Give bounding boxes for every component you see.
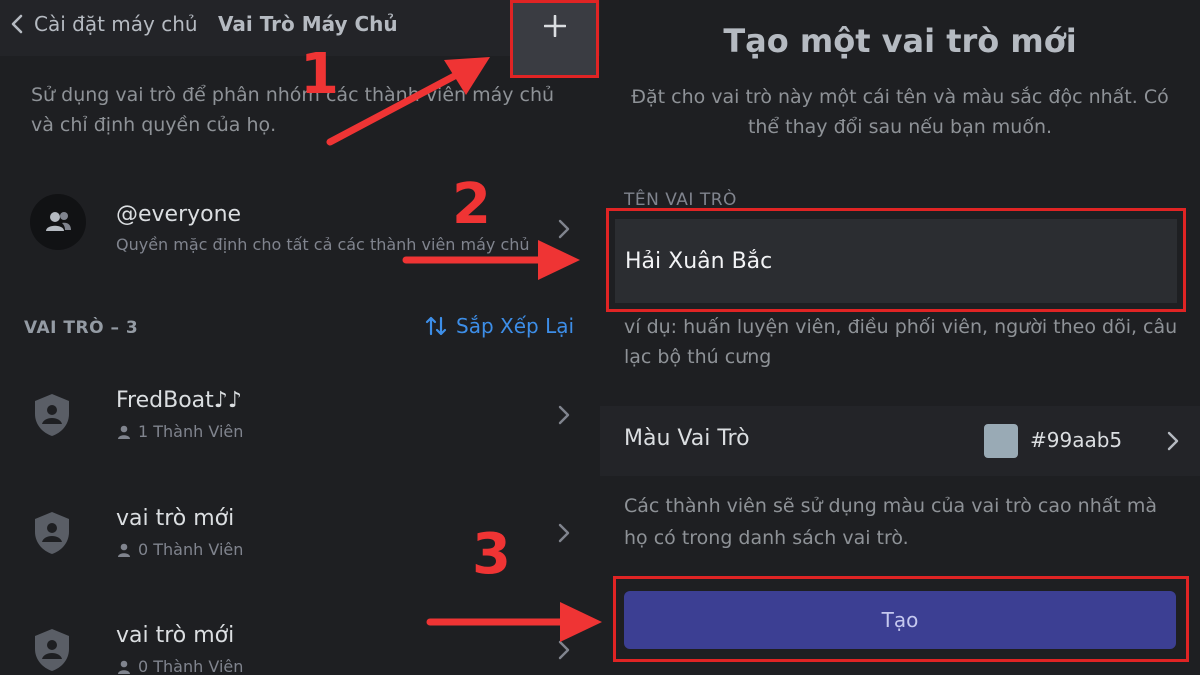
- sort-arrows-icon: [425, 316, 447, 336]
- step-number-3: 3: [472, 522, 511, 587]
- roles-section-label: VAI TRÒ – 3: [24, 318, 139, 338]
- create-button-highlight: Tạo: [613, 576, 1189, 662]
- chevron-right-icon: [558, 640, 570, 660]
- role-name: vai trò mới: [116, 506, 235, 531]
- create-role-panel: Tạo một vai trò mới Đặt cho vai trò này …: [600, 0, 1200, 675]
- role-name-field-highlight: [606, 208, 1186, 312]
- role-color-row[interactable]: Màu Vai Trò #99aab5: [600, 406, 1200, 476]
- page-title: Vai Trò Máy Chủ: [218, 12, 398, 36]
- role-members: 0 Thành Viên: [116, 657, 243, 675]
- shield-icon: [35, 394, 69, 436]
- reorder-label: Sắp Xếp Lại: [456, 314, 575, 338]
- role-members: 0 Thành Viên: [116, 540, 243, 559]
- everyone-name: @everyone: [116, 202, 242, 227]
- step-number-2: 2: [452, 172, 491, 237]
- role-name-field: [615, 219, 1177, 303]
- step-number-1: 1: [300, 42, 339, 107]
- chevron-right-icon: [558, 523, 570, 543]
- user-icon: [118, 543, 130, 557]
- everyone-avatar: [30, 194, 86, 250]
- role-row[interactable]: FredBoat♪♪ 1 Thành Viên: [0, 386, 600, 446]
- role-members: 1 Thành Viên: [116, 422, 243, 441]
- chevron-right-icon: [558, 405, 570, 425]
- role-name-label: TÊN VAI TRÒ: [624, 190, 737, 210]
- role-name-hint: ví dụ: huấn luyện viên, điều phối viên, …: [624, 316, 1178, 368]
- users-icon: [46, 212, 71, 231]
- shield-icon: [35, 629, 69, 671]
- role-color-value: #99aab5: [1030, 428, 1123, 452]
- chevron-right-icon: [558, 219, 570, 239]
- everyone-subtitle: Quyền mặc định cho tất cả các thành viên…: [116, 235, 530, 254]
- chevron-left-icon: [11, 14, 23, 34]
- user-icon: [118, 425, 130, 439]
- role-row[interactable]: vai trò mới 0 Thành Viên: [0, 621, 600, 675]
- back-button[interactable]: Cài đặt máy chủ: [10, 10, 198, 38]
- create-button[interactable]: Tạo: [624, 591, 1176, 649]
- back-label: Cài đặt máy chủ: [34, 12, 198, 36]
- chevron-right-icon: [1167, 431, 1179, 451]
- create-role-title: Tạo một vai trò mới: [723, 22, 1077, 60]
- user-icon: [118, 660, 130, 674]
- everyone-role-row[interactable]: @everyone Quyền mặc định cho tất cả các …: [0, 192, 600, 262]
- role-name: vai trò mới: [116, 623, 235, 648]
- shield-icon: [35, 512, 69, 554]
- add-role-button[interactable]: [510, 0, 599, 78]
- plus-icon: [543, 15, 566, 37]
- role-color-description: Các thành viên sẽ sử dụng màu của vai tr…: [624, 495, 1158, 549]
- role-name-input[interactable]: [625, 241, 1165, 281]
- role-name: FredBoat♪♪: [116, 388, 242, 413]
- create-role-description: Đặt cho vai trò này một cái tên và màu s…: [631, 86, 1169, 138]
- role-color-swatch: [984, 424, 1018, 458]
- role-color-label: Màu Vai Trò: [624, 426, 750, 451]
- reorder-button[interactable]: Sắp Xếp Lại: [424, 314, 574, 338]
